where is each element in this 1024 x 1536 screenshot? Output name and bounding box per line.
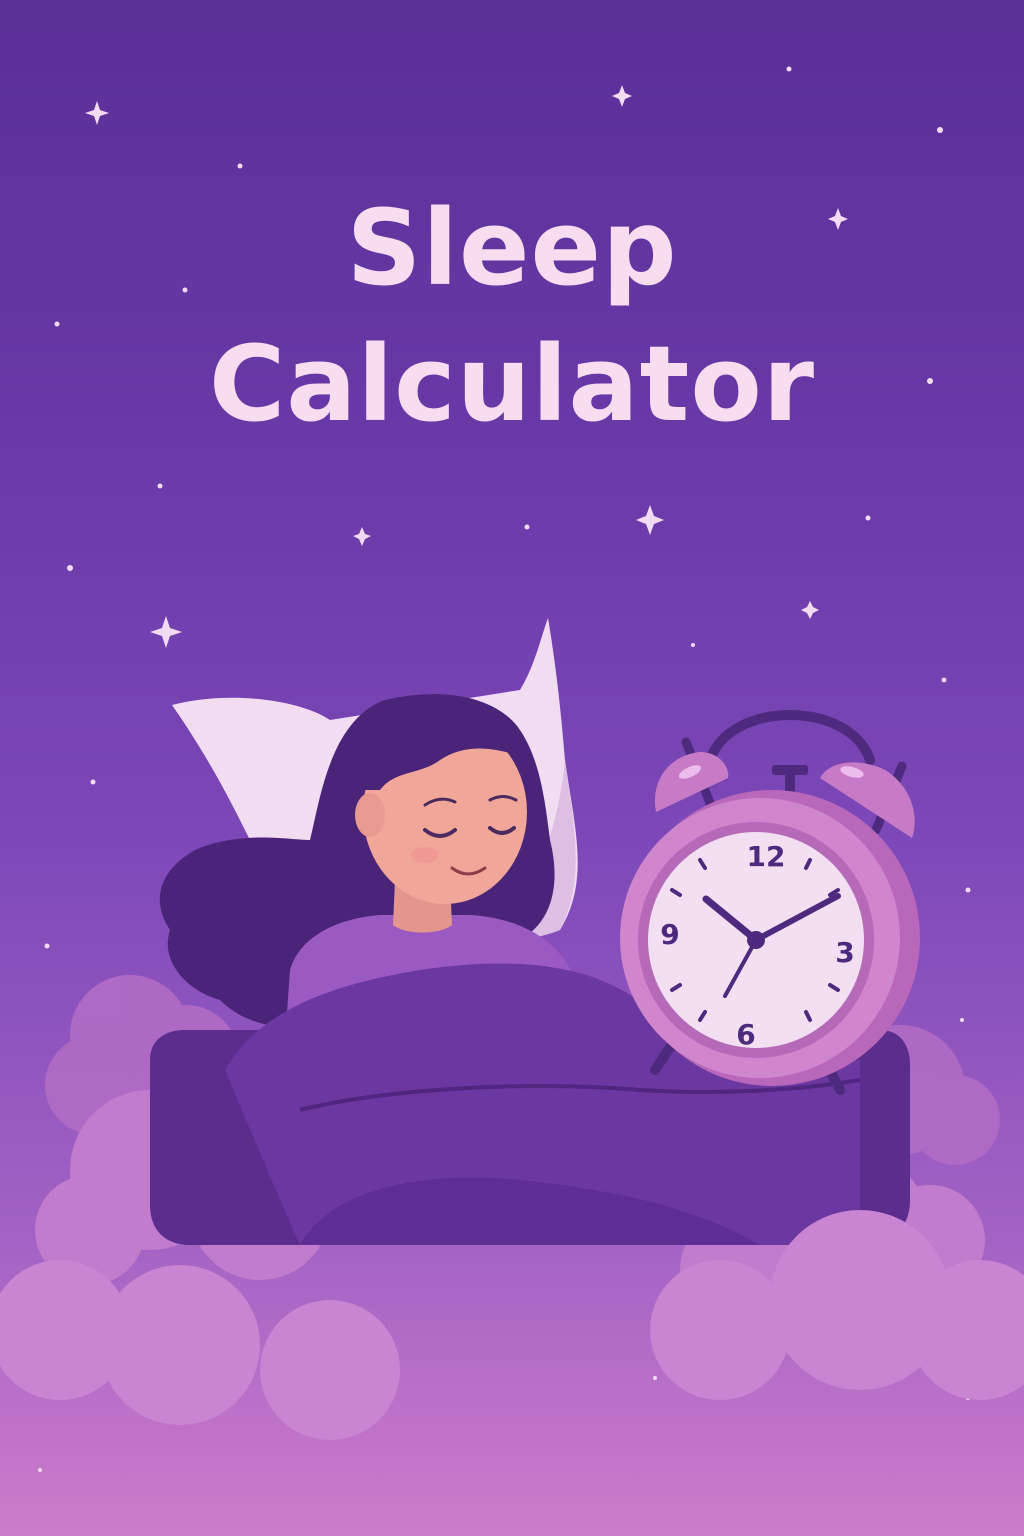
clock-numeral-12: 12	[747, 840, 786, 873]
sleeping-illustration: 12 3 6 9	[0, 618, 1024, 1440]
ear	[355, 793, 385, 837]
clock-numeral-9: 9	[660, 918, 679, 951]
clock-numeral-6: 6	[736, 1018, 755, 1051]
clock-numeral-3: 3	[835, 936, 854, 969]
cheek	[411, 847, 439, 863]
alarm-clock-icon: 12 3 6 9	[620, 710, 920, 1095]
